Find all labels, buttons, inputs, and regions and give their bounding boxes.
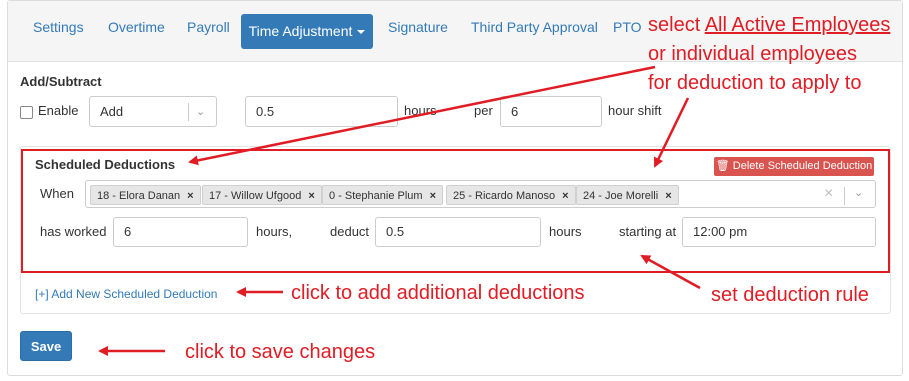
arrow-to-scheduled-title [188,65,656,166]
annotation-arrows [98,65,701,356]
arrow-to-rule [640,254,701,290]
arrow-to-delete-area [653,97,690,168]
